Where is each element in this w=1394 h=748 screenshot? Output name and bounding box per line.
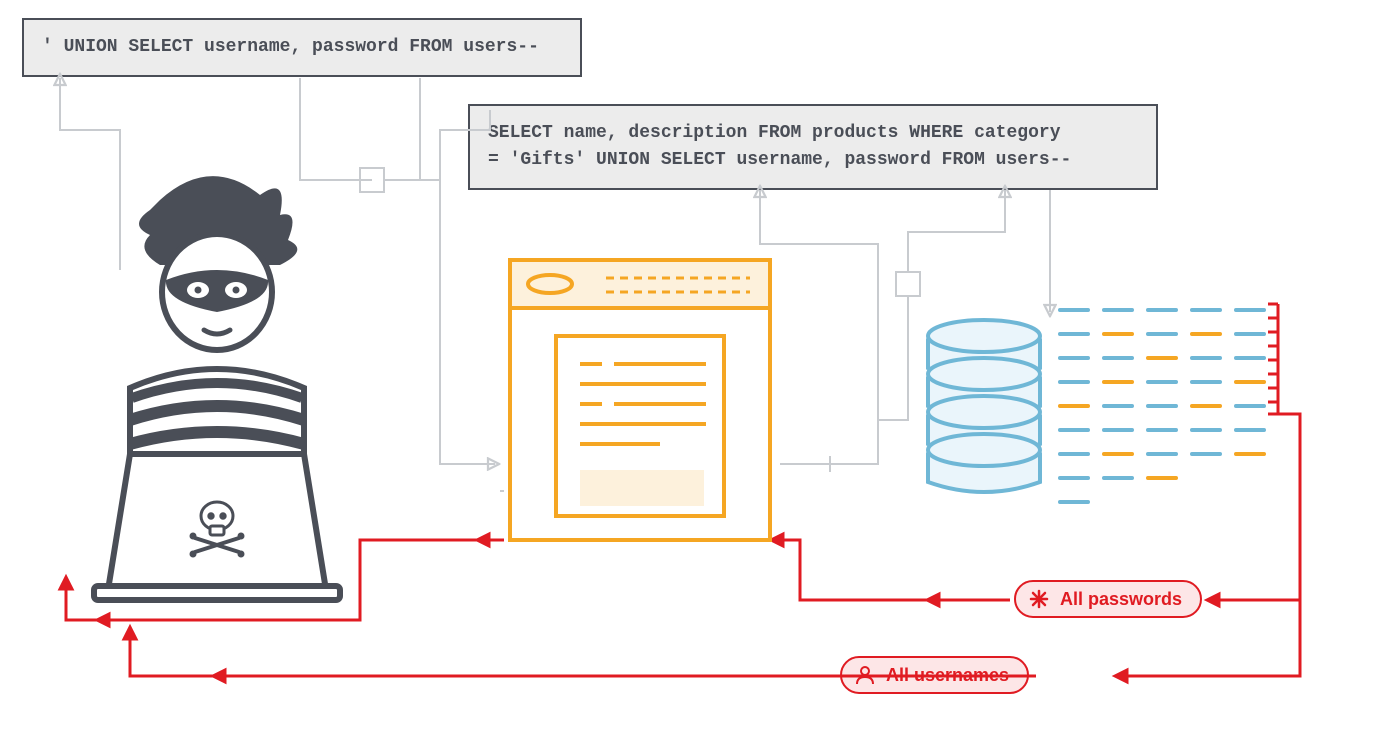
database-rows [1060, 310, 1264, 502]
attacker-icon [94, 176, 340, 600]
web-form-icon [510, 260, 770, 540]
database-icon [928, 310, 1264, 502]
